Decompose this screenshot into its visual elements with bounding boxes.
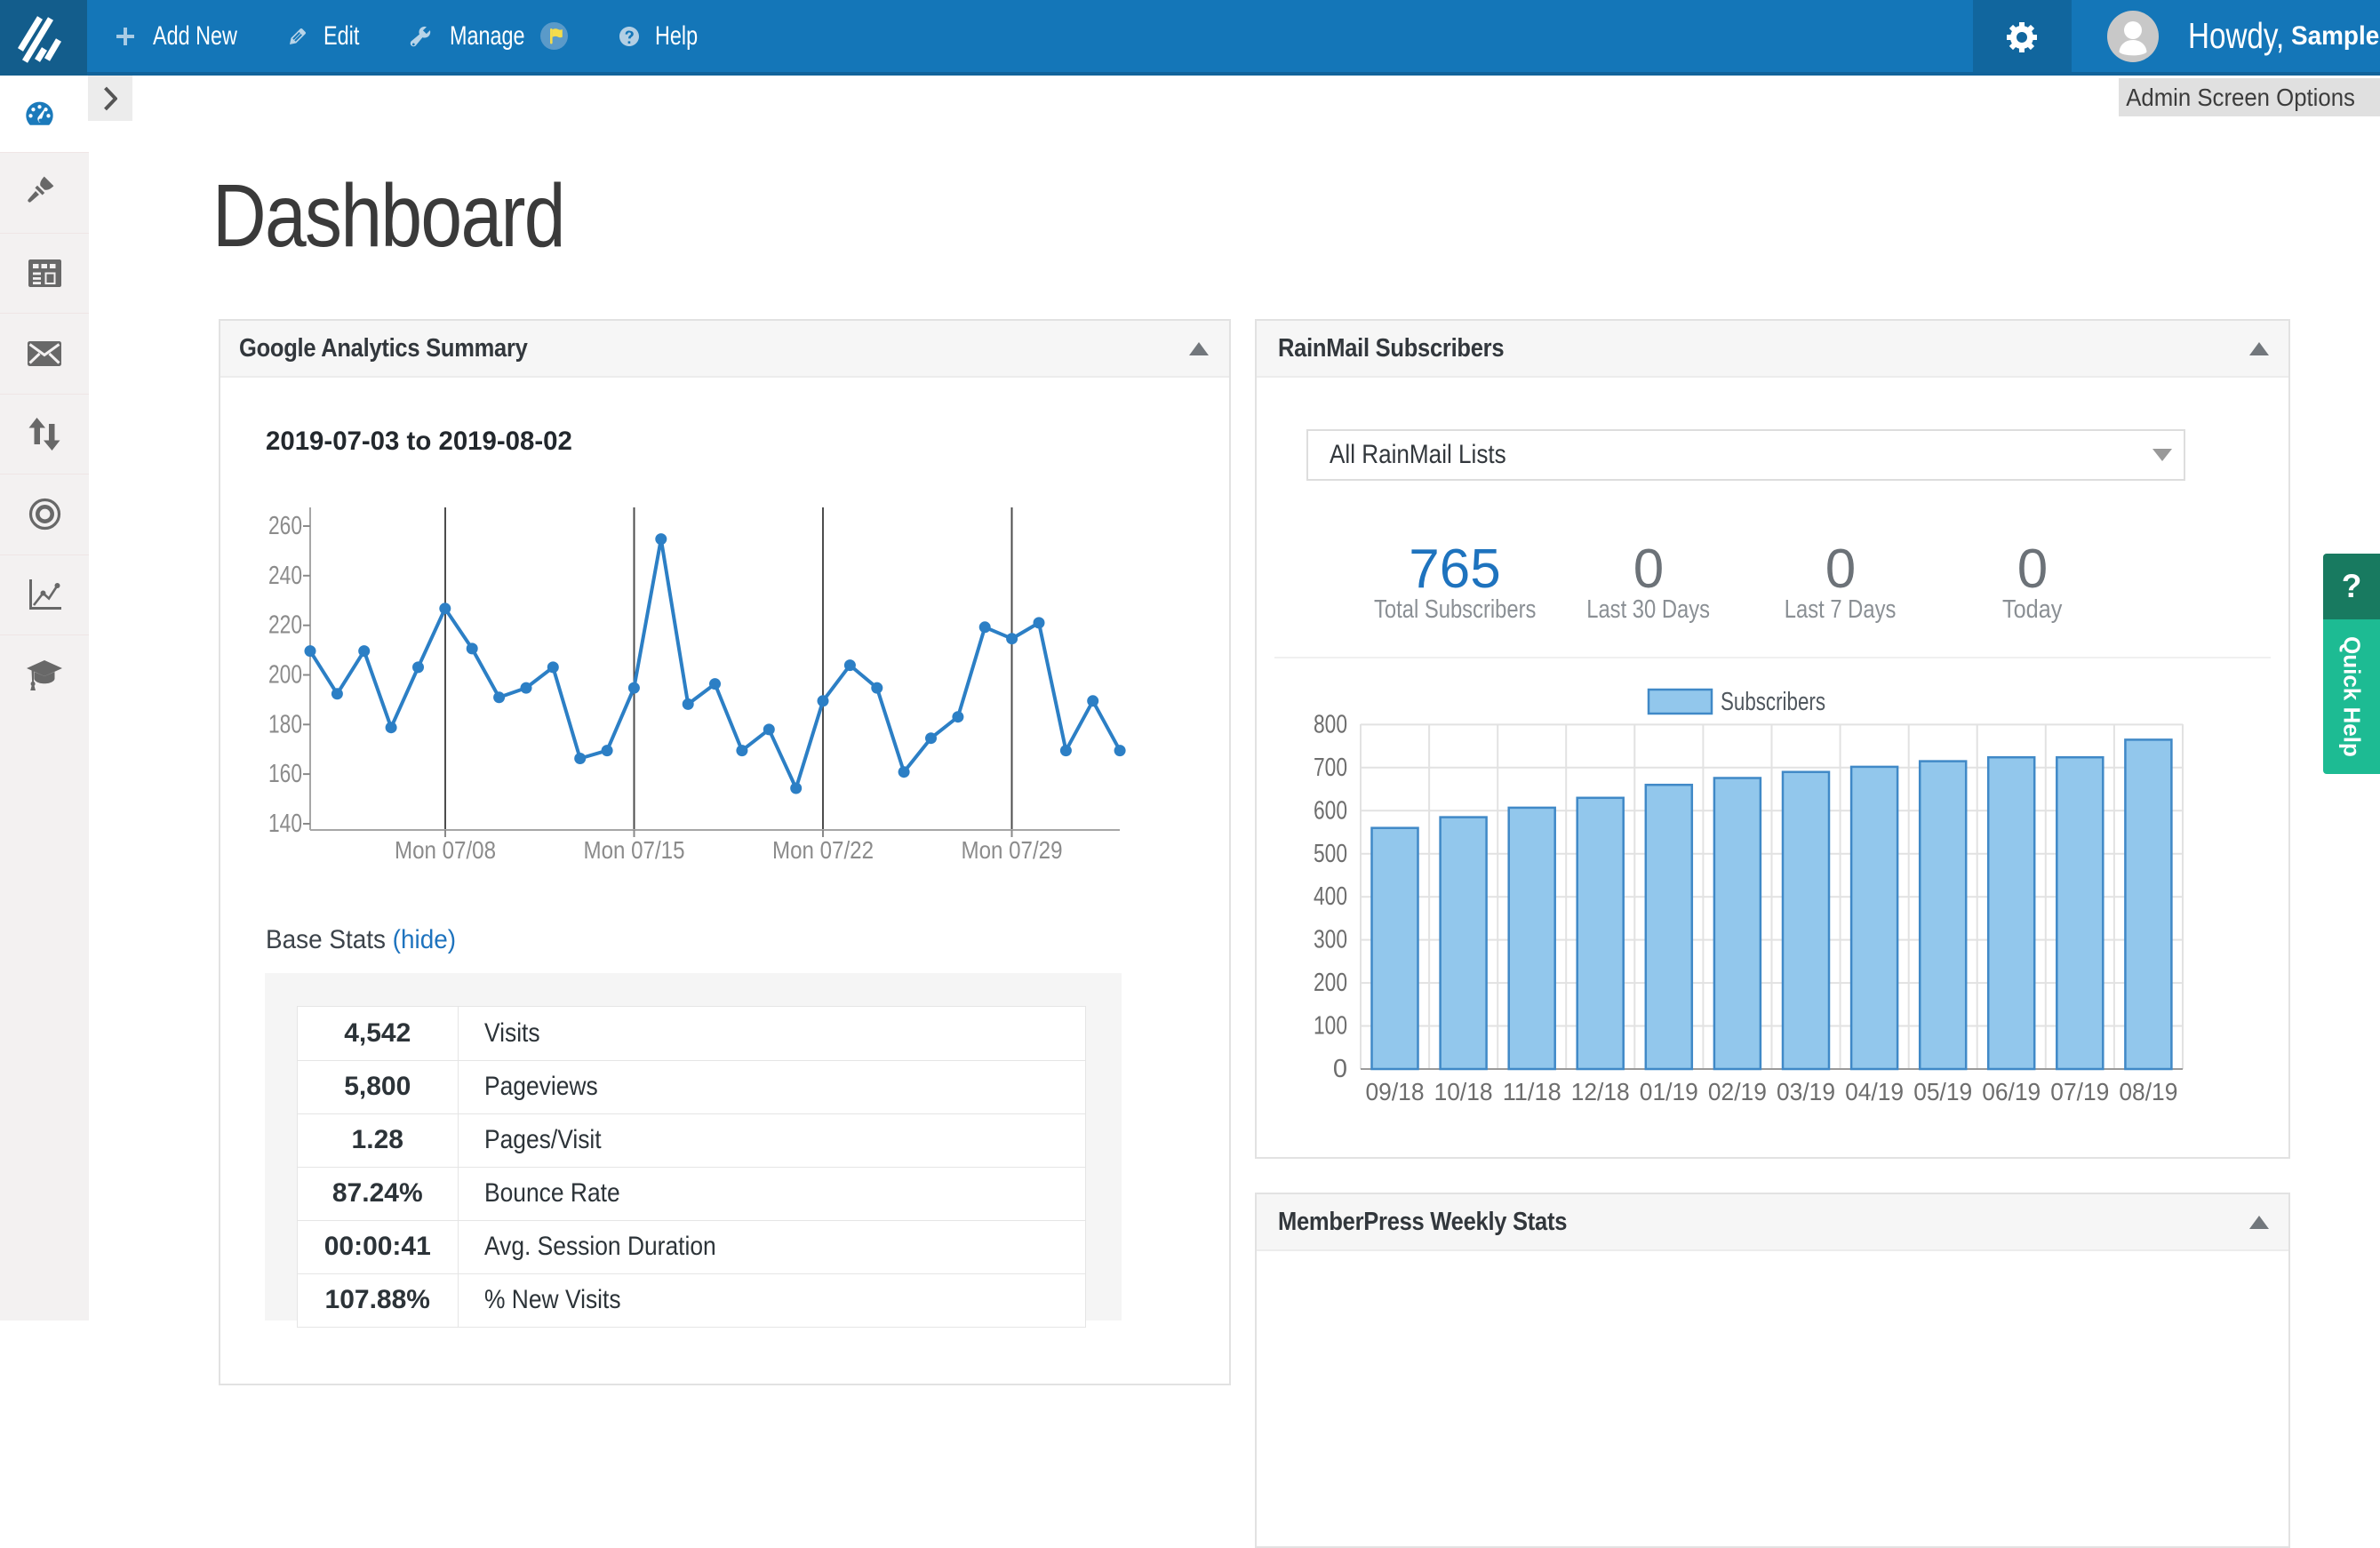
svg-text:700: 700 xyxy=(1314,754,1347,782)
svg-text:140: 140 xyxy=(268,810,302,838)
svg-text:240: 240 xyxy=(268,562,302,590)
svg-text:01/19: 01/19 xyxy=(1640,1078,1698,1105)
svg-text:09/18: 09/18 xyxy=(1366,1078,1425,1105)
svg-text:11/18: 11/18 xyxy=(1503,1078,1561,1105)
svg-text:04/19: 04/19 xyxy=(1845,1078,1904,1105)
svg-text:0: 0 xyxy=(1333,1055,1347,1083)
svg-text:08/19: 08/19 xyxy=(2119,1078,2177,1105)
svg-text:Mon 07/15: Mon 07/15 xyxy=(584,836,685,864)
svg-text:300: 300 xyxy=(1314,926,1347,954)
svg-text:10/18: 10/18 xyxy=(1434,1078,1493,1105)
svg-text:100: 100 xyxy=(1314,1012,1347,1041)
svg-text:06/19: 06/19 xyxy=(1982,1078,2041,1105)
svg-text:07/19: 07/19 xyxy=(2050,1078,2109,1105)
svg-text:260: 260 xyxy=(268,512,302,540)
svg-text:Mon 07/22: Mon 07/22 xyxy=(772,836,874,864)
svg-text:400: 400 xyxy=(1314,882,1347,911)
svg-text:180: 180 xyxy=(268,710,302,738)
svg-text:05/19: 05/19 xyxy=(1913,1078,1972,1105)
svg-text:600: 600 xyxy=(1314,796,1347,825)
svg-text:500: 500 xyxy=(1314,840,1347,868)
svg-text:Subscribers: Subscribers xyxy=(1721,688,1825,716)
svg-text:02/19: 02/19 xyxy=(1708,1078,1767,1105)
svg-text:220: 220 xyxy=(268,611,302,640)
svg-text:200: 200 xyxy=(1314,969,1347,997)
svg-text:200: 200 xyxy=(268,661,302,690)
svg-text:03/19: 03/19 xyxy=(1777,1078,1835,1105)
svg-text:Mon 07/08: Mon 07/08 xyxy=(395,836,496,864)
svg-text:Mon 07/29: Mon 07/29 xyxy=(962,836,1063,864)
svg-text:800: 800 xyxy=(1314,710,1347,738)
svg-text:12/18: 12/18 xyxy=(1571,1078,1630,1105)
svg-text:160: 160 xyxy=(268,760,302,788)
